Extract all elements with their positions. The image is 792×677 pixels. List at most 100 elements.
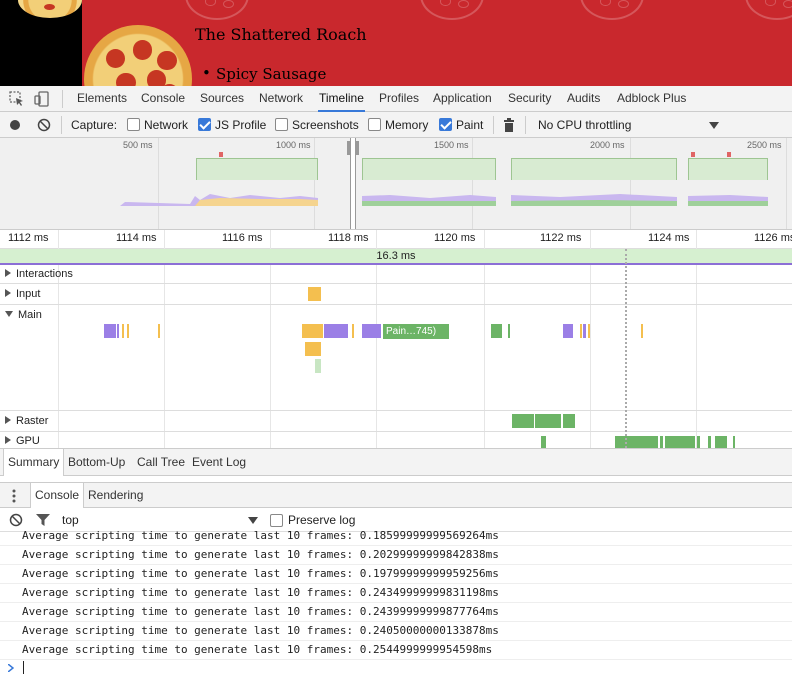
chevron-down-icon[interactable] (709, 122, 719, 129)
raster-track-header[interactable]: Raster (5, 415, 48, 427)
network-option-label: Network (144, 118, 189, 132)
page-preview: The Shattered Roach Spicy Sausage (0, 0, 792, 86)
raster-event[interactable] (563, 414, 575, 428)
screenshots-option-label: Screenshots (292, 118, 359, 132)
rendering-event[interactable] (117, 324, 119, 338)
rendering-event[interactable] (563, 324, 573, 338)
timeline-overview[interactable]: 500 ms 1000 ms 1500 ms 2000 ms 2500 ms (0, 138, 792, 230)
painting-event[interactable] (491, 324, 502, 338)
memory-checkbox[interactable] (368, 118, 381, 131)
context-select[interactable]: top (62, 513, 79, 527)
track-label: GPU (16, 435, 40, 447)
more-menu-icon[interactable] (12, 489, 16, 503)
device-toolbar-icon[interactable] (33, 90, 51, 108)
console-message: Average scripting time to generate last … (0, 565, 792, 584)
cpu-throttling-select[interactable]: No CPU throttling (538, 118, 631, 132)
gpu-event[interactable] (660, 436, 663, 448)
tab-console[interactable]: Console (140, 86, 186, 112)
clear-console-icon[interactable] (9, 513, 23, 527)
drawer-tab-bar: Console Rendering (0, 482, 792, 508)
clear-icon[interactable] (37, 118, 51, 132)
rendering-event[interactable] (362, 324, 381, 338)
gpu-event[interactable] (665, 436, 695, 448)
chevron-down-icon[interactable] (248, 517, 258, 524)
scripting-event[interactable] (305, 342, 321, 356)
paint-checkbox[interactable] (439, 118, 452, 131)
screenshots-checkbox[interactable] (275, 118, 288, 131)
network-checkbox[interactable] (127, 118, 140, 131)
raster-event[interactable] (535, 414, 561, 428)
fps-bar (196, 158, 318, 180)
tab-adblock-plus[interactable]: Adblock Plus (616, 86, 687, 112)
drawer-tab-console[interactable]: Console (30, 483, 85, 508)
interactions-track: Interactions (0, 265, 792, 284)
frame-boundary-marker (625, 249, 627, 448)
expand-arrow-icon (5, 269, 11, 277)
ruler-tick: 1122 ms (540, 232, 582, 244)
overview-tick: 500 ms (123, 140, 153, 150)
tab-timeline[interactable]: Timeline (318, 86, 365, 112)
painting-event[interactable] (315, 359, 321, 373)
tab-elements[interactable]: Elements (76, 86, 128, 112)
console-prompt[interactable] (0, 659, 792, 677)
raster-track: Raster (0, 411, 792, 432)
gpu-event[interactable] (708, 436, 711, 448)
raster-event[interactable] (512, 414, 534, 428)
tab-network[interactable]: Network (258, 86, 304, 112)
input-track-header[interactable]: Input (5, 288, 40, 300)
tab-call-tree[interactable]: Call Tree (133, 449, 189, 476)
scripting-event[interactable] (641, 324, 643, 338)
overview-tick: 2500 ms (747, 140, 782, 150)
tab-summary[interactable]: Summary (3, 449, 65, 476)
scripting-event[interactable] (127, 324, 129, 338)
tab-profiles[interactable]: Profiles (378, 86, 420, 112)
selection-handle-icon[interactable] (346, 141, 360, 155)
gpu-event[interactable] (733, 436, 735, 448)
scripting-event[interactable] (158, 324, 160, 338)
memory-option-label: Memory (385, 118, 429, 132)
inspect-element-icon[interactable] (8, 90, 26, 108)
scripting-event[interactable] (580, 324, 582, 338)
drawer-tab-rendering[interactable]: Rendering (84, 483, 147, 508)
filter-icon[interactable] (36, 514, 50, 526)
console-message: Average scripting time to generate last … (0, 584, 792, 603)
frame-bar[interactable]: 16.3 ms (0, 249, 792, 265)
tab-bottom-up[interactable]: Bottom-Up (64, 449, 129, 476)
tab-sources[interactable]: Sources (199, 86, 245, 112)
gpu-track-header[interactable]: GPU (5, 435, 40, 447)
preserve-log-checkbox[interactable] (270, 514, 283, 527)
gpu-event[interactable] (541, 436, 546, 448)
scripting-event[interactable] (302, 324, 323, 338)
ruler-tick: 1112 ms (8, 232, 49, 244)
track-label: Main (18, 309, 42, 321)
main-track-header[interactable]: Main (5, 309, 42, 321)
collapse-arrow-icon (5, 311, 13, 317)
input-event[interactable] (308, 287, 321, 301)
interactions-track-header[interactable]: Interactions (5, 268, 73, 280)
gpu-event[interactable] (715, 436, 727, 448)
js-profile-checkbox[interactable] (198, 118, 211, 131)
rendering-event[interactable] (104, 324, 116, 338)
tab-audits[interactable]: Audits (566, 86, 601, 112)
prompt-chevron-icon (8, 664, 14, 672)
dropped-frame-marker (219, 152, 223, 157)
record-icon[interactable] (9, 119, 21, 131)
gpu-event[interactable] (697, 436, 700, 448)
painting-event[interactable] (508, 324, 510, 338)
tab-security[interactable]: Security (507, 86, 552, 112)
rendering-event[interactable] (324, 324, 348, 338)
rendering-event[interactable] (583, 324, 586, 338)
console-message: Average scripting time to generate last … (0, 603, 792, 622)
overview-gridline (314, 138, 315, 229)
trash-icon[interactable] (503, 118, 515, 132)
divider (525, 116, 526, 134)
list-item: Spicy Sausage (202, 64, 326, 83)
scripting-event[interactable] (588, 324, 590, 338)
scripting-event[interactable] (122, 324, 124, 338)
tab-application[interactable]: Application (432, 86, 493, 112)
gpu-event[interactable] (615, 436, 658, 448)
scripting-event[interactable] (352, 324, 354, 338)
tab-event-log[interactable]: Event Log (188, 449, 250, 476)
paint-event[interactable]: Pain…745) (383, 324, 449, 339)
cpu-activity-chart (60, 194, 768, 206)
